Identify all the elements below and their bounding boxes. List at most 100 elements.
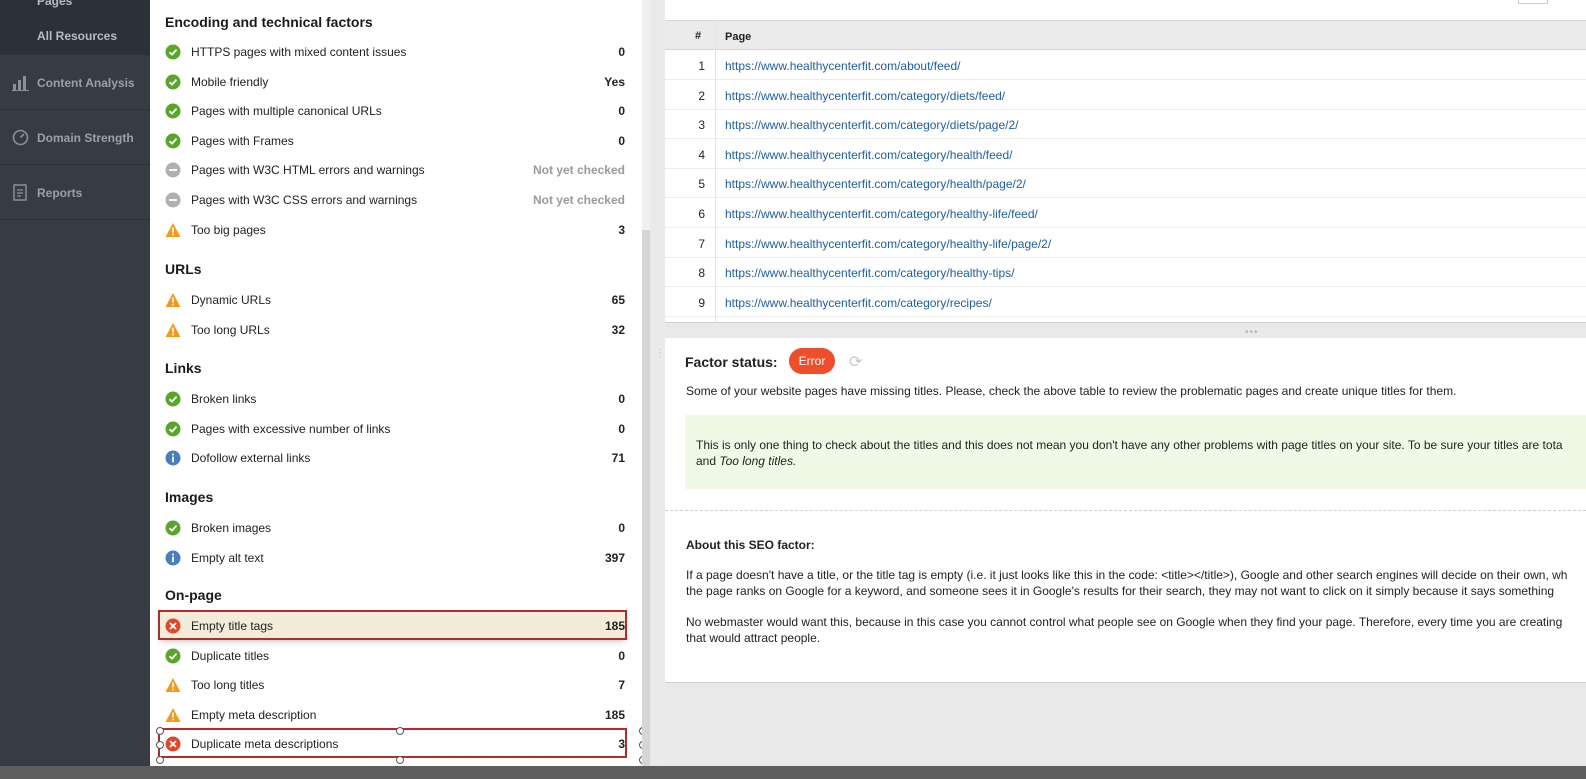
- factor-value: 0: [618, 392, 625, 406]
- check-circle-icon: [165, 74, 181, 90]
- table-header: # Page: [665, 20, 1586, 50]
- sidebar-subitem-all-resources[interactable]: All Resources: [37, 29, 117, 43]
- check-circle-icon: [165, 421, 181, 437]
- factor-name: Empty meta description: [191, 707, 317, 722]
- factor-row[interactable]: Too big pages 3: [160, 216, 625, 242]
- warning-triangle-icon: [165, 678, 181, 693]
- page-url-link[interactable]: https://www.healthycenterfit.com/categor…: [725, 118, 1018, 132]
- table-row[interactable]: 3 https://www.healthycenterfit.com/catego…: [665, 109, 1586, 140]
- page-url-link[interactable]: https://www.healthycenterfit.com/categor…: [725, 89, 1005, 103]
- table-row[interactable]: 9 https://www.healthycenterfit.com/catego…: [665, 287, 1586, 317]
- panel-splitter[interactable]: ⋮: [650, 0, 665, 779]
- row-number: 3: [698, 118, 705, 133]
- factor-value: 0: [618, 648, 625, 663]
- factor-row[interactable]: HTTPS pages with mixed content issues 0: [160, 38, 625, 64]
- factor-row[interactable]: Mobile friendly Yes: [160, 68, 625, 94]
- note-link-too-long-titles[interactable]: Too long titles.: [719, 454, 796, 468]
- selection-handle[interactable]: [156, 756, 164, 765]
- factor-name: Empty title tags: [191, 619, 274, 633]
- table-row[interactable]: 5 https://www.healthycenterfit.com/catego…: [665, 168, 1586, 199]
- table-row[interactable]: 2 https://www.healthycenterfit.com/catego…: [665, 80, 1586, 110]
- factor-row[interactable]: Broken images 0: [160, 514, 625, 540]
- table-row[interactable]: 1 https://www.healthycenterfit.com/about/…: [665, 50, 1586, 80]
- sidebar-item-reports[interactable]: Reports: [0, 165, 150, 220]
- warning-triangle-icon: [165, 293, 181, 307]
- section-heading: Images: [165, 489, 214, 505]
- table-row[interactable]: 7 https://www.healthycenterfit.com/catego…: [665, 228, 1586, 258]
- factor-status-label: Factor status:: [685, 354, 778, 370]
- row-number: 1: [698, 59, 705, 73]
- resize-grip-icon[interactable]: •••: [1245, 327, 1259, 338]
- about-text: the page ranks on Google for a keyword, …: [686, 584, 1555, 598]
- page-url-link[interactable]: https://www.healthycenterfit.com/about/f…: [725, 59, 960, 73]
- factors-scrollbar-thumb[interactable]: [642, 230, 650, 779]
- sidebar-subitem-pages[interactable]: Pages: [37, 0, 72, 8]
- factor-row[interactable]: Pages with Frames 0: [160, 127, 625, 153]
- sidebar: Pages All Resources Content Analysis Dom…: [0, 0, 150, 779]
- factor-value: 7: [618, 678, 625, 693]
- factor-name: Too long titles: [191, 678, 265, 693]
- factor-value: 0: [618, 421, 625, 436]
- toolbar-button[interactable]: [1518, 0, 1548, 4]
- factor-value: 3: [618, 737, 625, 752]
- factor-value: 0: [618, 104, 625, 119]
- factor-row[interactable]: Empty alt text 397: [160, 544, 625, 570]
- check-circle-icon: [165, 520, 181, 536]
- row-number: 7: [698, 236, 705, 251]
- sidebar-item-domain-strength[interactable]: Domain Strength: [0, 110, 150, 165]
- factor-row[interactable]: Empty title tags 185: [158, 610, 627, 640]
- minus-circle-icon: [165, 192, 181, 208]
- page-url-link[interactable]: https://www.healthycenterfit.com/categor…: [725, 148, 1012, 162]
- factor-row[interactable]: Pages with W3C CSS errors and warnings No…: [160, 186, 625, 212]
- check-circle-icon: [165, 44, 181, 60]
- sidebar-item-content-analysis[interactable]: Content Analysis: [0, 55, 150, 110]
- row-number: 9: [698, 295, 705, 310]
- factor-details: Factor status: Error ⟳ Some of your webs…: [665, 338, 1586, 683]
- factor-row[interactable]: Dynamic URLs 65: [160, 286, 625, 312]
- factor-row[interactable]: Empty meta description 185: [160, 701, 625, 727]
- column-header-page[interactable]: Page: [725, 31, 751, 43]
- page-url-link[interactable]: https://www.healthycenterfit.com/categor…: [725, 177, 1026, 191]
- factor-value: 3: [618, 222, 625, 237]
- factor-value: 71: [611, 451, 625, 466]
- column-header-number[interactable]: #: [695, 30, 701, 42]
- page-url-link[interactable]: https://www.healthycenterfit.com/categor…: [725, 207, 1038, 221]
- info-circle-icon: [165, 550, 181, 566]
- factor-row[interactable]: Duplicate meta descriptions 3: [158, 728, 627, 759]
- factor-row[interactable]: Too long titles 7: [160, 671, 625, 697]
- selection-handle[interactable]: [396, 756, 404, 765]
- table-row[interactable]: 8 https://www.healthycenterfit.com/catego…: [665, 257, 1586, 288]
- about-text: No webmaster would want this, because in…: [686, 615, 1563, 629]
- factor-row[interactable]: Pages with multiple canonical URLs 0: [160, 97, 625, 123]
- factor-name: Too long URLs: [191, 322, 270, 337]
- factor-name: Dofollow external links: [191, 451, 311, 466]
- sidebar-item-label: Content Analysis: [37, 76, 135, 90]
- about-heading: About this SEO factor:: [686, 538, 815, 552]
- divider: [665, 510, 1586, 511]
- refresh-icon[interactable]: ⟳: [849, 352, 862, 372]
- table-row[interactable]: 6 https://www.healthycenterfit.com/catego…: [665, 198, 1586, 228]
- pages-table: # Page 1 https://www.healthycenterfit.com…: [665, 0, 1586, 323]
- factor-value: 0: [618, 45, 625, 59]
- factor-name: Pages with Frames: [191, 133, 294, 148]
- factor-row[interactable]: Dofollow external links 71: [160, 444, 625, 470]
- factor-row[interactable]: Pages with excessive number of links 0: [160, 415, 625, 441]
- row-number: 5: [698, 177, 705, 192]
- note-line-2: and Too long titles.: [696, 454, 796, 468]
- check-circle-icon: [165, 391, 181, 407]
- factor-name: Empty alt text: [191, 550, 264, 565]
- page-url-link[interactable]: https://www.healthycenterfit.com/categor…: [725, 237, 1051, 251]
- factor-row[interactable]: Broken links 0: [160, 385, 625, 411]
- page-url-link[interactable]: https://www.healthycenterfit.com/categor…: [725, 266, 1014, 280]
- factor-row[interactable]: Too long URLs 32: [160, 316, 625, 342]
- page-url-link[interactable]: https://www.healthycenterfit.com/categor…: [725, 296, 992, 310]
- factor-value: 185: [604, 707, 625, 722]
- section-heading: URLs: [165, 261, 202, 277]
- row-number: 2: [698, 88, 705, 103]
- check-circle-icon: [165, 103, 181, 119]
- factor-description: Some of your website pages have missing …: [686, 384, 1457, 398]
- sidebar-item-label: Reports: [37, 186, 83, 200]
- table-row[interactable]: 4 https://www.healthycenterfit.com/catego…: [665, 139, 1586, 169]
- factor-row[interactable]: Duplicate titles 0: [160, 642, 625, 668]
- factor-row[interactable]: Pages with W3C HTML errors and warnings N…: [160, 156, 625, 182]
